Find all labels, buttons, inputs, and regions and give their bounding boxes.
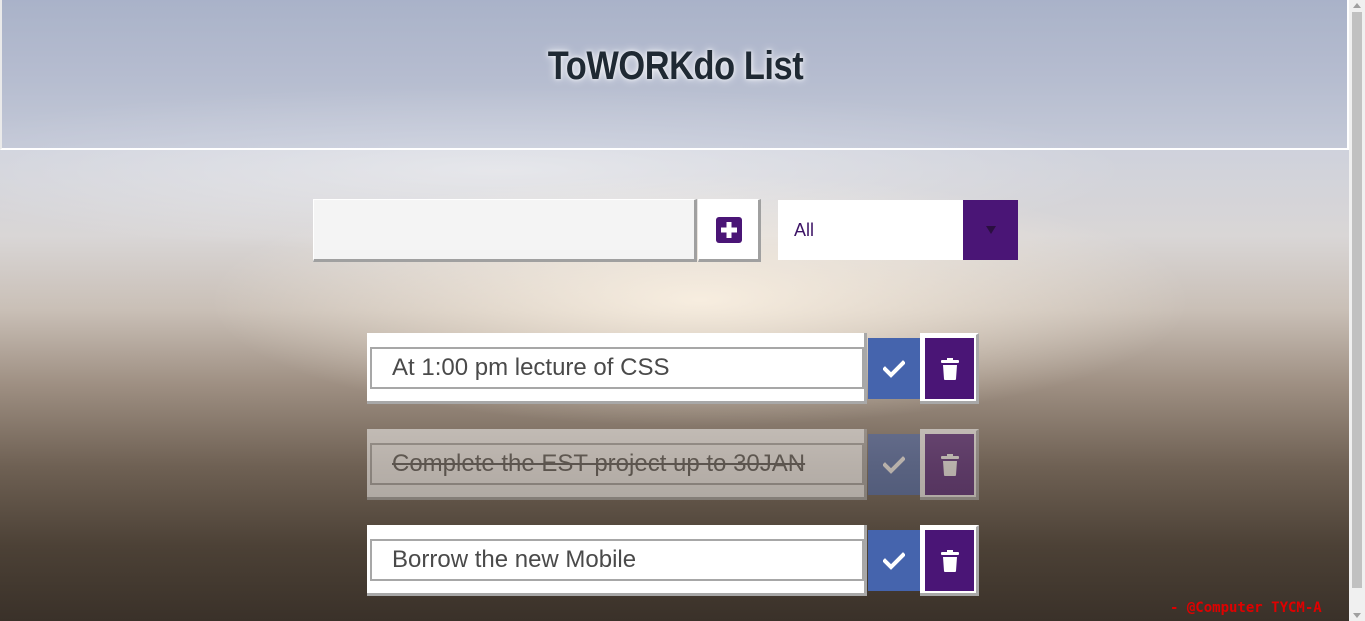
filter-select[interactable]: All [778,200,1018,260]
todo-item-panel: Complete the EST project up to 30JAN [367,429,867,500]
vertical-scrollbar[interactable] [1349,0,1365,621]
trash-icon [940,549,959,572]
check-icon [883,455,905,474]
todo-item-text: At 1:00 pm lecture of CSS [370,347,864,389]
page-header: ToWORKdo List [0,0,1349,150]
scroll-up-arrow-icon[interactable] [1353,3,1361,8]
page-title: ToWORKdo List [547,44,804,88]
scrollbar-thumb[interactable] [1352,12,1362,588]
check-icon [883,359,905,378]
trash-icon [940,453,959,476]
todo-item: Borrow the new Mobile [367,525,979,596]
check-icon [883,551,905,570]
todo-item: At 1:00 pm lecture of CSS [367,333,979,404]
caret-down-icon [986,226,996,234]
todo-item-completed: Complete the EST project up to 30JAN [367,429,979,500]
todo-item-text: Borrow the new Mobile [370,539,864,581]
plus-square-icon [715,216,742,243]
filter-dropdown-button[interactable] [963,200,1018,260]
complete-button[interactable] [868,434,920,495]
add-todo-button[interactable] [698,199,761,262]
delete-button[interactable] [925,530,974,591]
todo-item-panel: Borrow the new Mobile [367,525,867,596]
filter-selected-value: All [794,220,815,240]
delete-button[interactable] [925,434,974,495]
scroll-down-arrow-icon[interactable] [1353,613,1361,618]
trash-icon [940,357,959,380]
complete-button[interactable] [868,530,920,591]
todo-input[interactable] [313,199,697,262]
watermark-credit: - @Computer TYCM-A [1170,600,1322,616]
todo-item-panel: At 1:00 pm lecture of CSS [367,333,867,404]
complete-button[interactable] [868,338,920,399]
todo-item-text: Complete the EST project up to 30JAN [370,443,864,485]
delete-button[interactable] [925,338,974,399]
